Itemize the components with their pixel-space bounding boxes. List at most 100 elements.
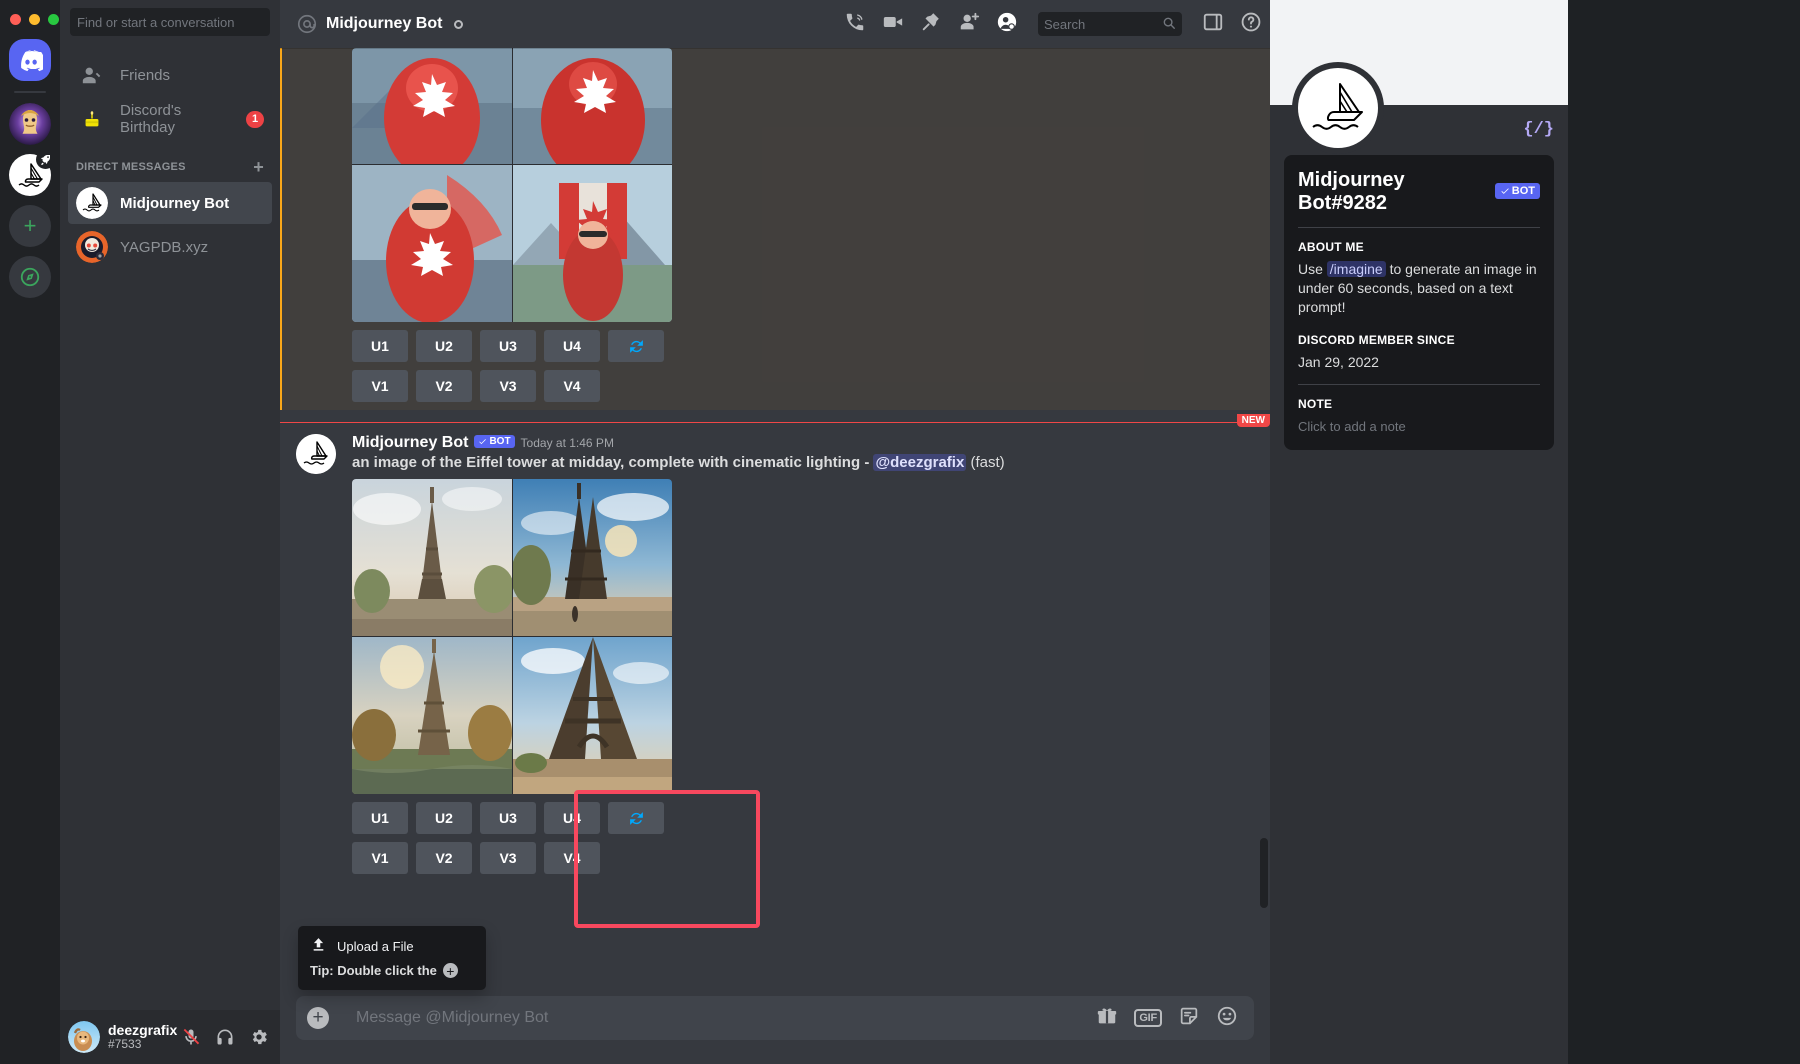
current-user-panel: deezgrafix #7533 [60,1010,280,1064]
variation-button-v4[interactable]: V4 [544,842,600,874]
upscale-button-row: U1 U2 U3 U4 [352,802,1222,834]
add-server-button[interactable]: + [9,205,51,247]
gear-icon[interactable] [246,1024,272,1050]
avatar[interactable] [68,1021,100,1053]
mention-deezgrafix[interactable]: @deezgrafix [873,454,966,471]
profile-name: Midjourney Bot#9282 [1298,169,1488,215]
message-prompt: an image of the Eiffel tower at midday, … [352,454,860,471]
profile-divider [1298,227,1540,228]
mute-icon[interactable] [178,1024,204,1050]
pin-icon[interactable] [920,11,942,38]
variation-button-row-top: V1 V2 V3 V4 [352,370,1222,402]
message-group-canada: U1 U2 U3 U4 V1 V2 V3 [280,48,1270,410]
search-input[interactable]: Search [1038,12,1182,36]
close-window-button[interactable] [10,14,21,25]
emoji-icon[interactable] [1216,1005,1238,1032]
upload-file-button[interactable]: + [296,996,340,1040]
help-icon[interactable] [1240,11,1262,38]
explore-servers-button[interactable] [9,256,51,298]
message-composer[interactable]: + Message @Midjourney Bot GIF [296,996,1254,1040]
gift-icon[interactable] [1096,1005,1118,1032]
user-avatar-icon [68,1021,100,1053]
voice-call-icon[interactable] [844,11,866,38]
variation-button-v2[interactable]: V2 [416,370,472,402]
conversation-search-placeholder: Find or start a conversation [77,15,235,30]
image-grid-canada[interactable] [352,48,672,322]
variation-button-v3[interactable]: V3 [480,370,536,402]
generated-image[interactable] [513,48,673,164]
upscale-button-u2[interactable]: U2 [416,802,472,834]
sidebar-item-discord-birthday[interactable]: Discord's Birthday 1 [68,98,272,140]
canada-hero-image-4 [513,165,673,322]
home-button[interactable] [9,39,51,81]
server-rail: + [0,0,60,1064]
message-input[interactable]: Message @Midjourney Bot [356,1009,1080,1027]
channel-header: Midjourney Bot [280,0,1270,48]
generated-image[interactable] [352,637,512,794]
imagine-command[interactable]: /imagine [1327,261,1386,277]
server-icon-midjourney[interactable] [9,154,51,196]
reroll-button[interactable] [608,802,664,834]
eiffel-image-4 [513,637,673,794]
reroll-button[interactable] [608,330,664,362]
generated-image[interactable] [513,479,673,636]
headphones-icon[interactable] [212,1024,238,1050]
message-scrollbar[interactable] [1260,838,1268,908]
generated-image[interactable] [513,165,673,322]
variation-button-v3[interactable]: V3 [480,842,536,874]
upscale-button-u4[interactable]: U4 [544,330,600,362]
upload-file-tooltip: Upload a File Tip: Double click the + [298,926,486,990]
discord-window: + Find or start a conversation Friends [0,0,1568,1064]
image-grid-eiffel[interactable] [352,479,672,794]
server-icon-artwork[interactable] [9,103,51,145]
zoom-window-button[interactable] [48,14,59,25]
about-me-text: Use /imagine to generate an image in und… [1298,260,1540,317]
direct-messages-heading: DIRECT MESSAGES + [68,142,272,182]
upscale-button-u1[interactable]: U1 [352,802,408,834]
message-list[interactable]: U1 U2 U3 U4 V1 V2 V3 [280,48,1270,996]
upscale-button-u4[interactable]: U4 [544,802,600,834]
upscale-button-u3[interactable]: U3 [480,802,536,834]
plus-circle-icon: + [307,1007,329,1029]
generated-image[interactable] [352,165,512,322]
bot-badge-label: BOT [489,436,510,447]
upscale-button-u3[interactable]: U3 [480,330,536,362]
message-group-eiffel: Midjourney Bot BOT Today at 1:46 PM an i… [280,422,1270,882]
conversation-search-input[interactable]: Find or start a conversation [70,8,270,36]
midjourney-sailboat-icon [76,187,108,219]
sticker-icon[interactable] [1178,1005,1200,1032]
variation-button-v4[interactable]: V4 [544,370,600,402]
create-dm-button[interactable]: + [253,158,264,176]
birthday-cake-icon [76,108,108,130]
add-friend-icon[interactable] [958,11,980,38]
message-speed: (fast) [970,454,1004,471]
video-call-icon[interactable] [882,11,904,38]
variation-button-v2[interactable]: V2 [416,842,472,874]
composer-area: Upload a File Tip: Double click the + + … [280,996,1270,1064]
sidebar-item-friends[interactable]: Friends [68,54,272,96]
sidebar-item-yagpdb[interactable]: YAGPDB.xyz [68,226,272,268]
generated-image[interactable] [352,48,512,164]
upscale-button-u2[interactable]: U2 [416,330,472,362]
message-author[interactable]: Midjourney Bot [352,434,468,452]
upload-icon [310,936,327,956]
minimize-window-button[interactable] [29,14,40,25]
avatar[interactable] [1298,68,1378,148]
sidebar-item-midjourney-bot[interactable]: Midjourney Bot [68,182,272,224]
avatar[interactable] [296,434,336,474]
user-profile-icon[interactable] [996,11,1018,38]
sidebar-item-label: Friends [120,67,170,84]
member-since-value: Jan 29, 2022 [1298,353,1540,372]
note-input[interactable]: Click to add a note [1298,417,1540,434]
midjourney-sailboat-icon [1307,80,1369,136]
variation-button-v1[interactable]: V1 [352,842,408,874]
canada-hero-image-2 [513,48,673,164]
upscale-button-u1[interactable]: U1 [352,330,408,362]
desktop-background [1568,0,1800,1064]
gif-button[interactable]: GIF [1134,1009,1162,1027]
generated-image[interactable] [352,479,512,636]
inbox-icon[interactable] [1202,11,1224,38]
variation-button-v1[interactable]: V1 [352,370,408,402]
note-label: NOTE [1298,397,1540,411]
generated-image[interactable] [513,637,673,794]
